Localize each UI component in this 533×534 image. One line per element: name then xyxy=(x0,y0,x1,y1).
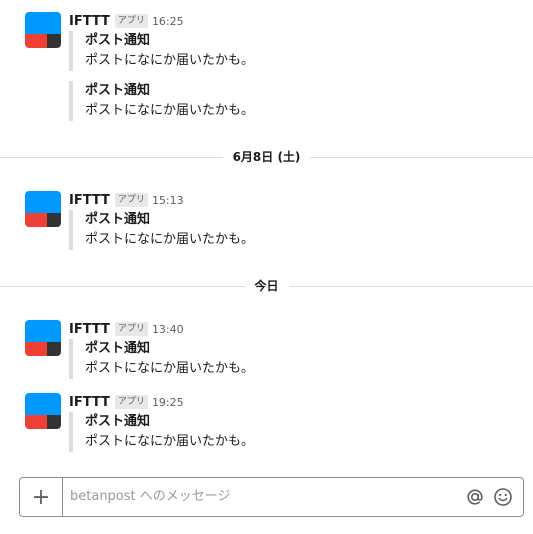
attachment: ポスト通知 ポストになにか届いたかも。 xyxy=(69,412,525,452)
at-icon[interactable] xyxy=(465,487,485,507)
attachment-title: ポスト通知 xyxy=(85,414,151,429)
date-divider: 6月8日 (土) xyxy=(0,148,533,166)
sender-name[interactable]: IFTTT xyxy=(69,395,110,410)
attachment-text: ポストになにか届いたかも。 xyxy=(85,103,255,118)
date-divider: 今日 xyxy=(0,277,533,295)
timestamp[interactable]: 19:25 xyxy=(152,396,184,409)
plus-icon[interactable]: + xyxy=(20,478,63,516)
date-divider-label[interactable]: 今日 xyxy=(244,277,289,295)
timestamp[interactable]: 15:13 xyxy=(152,194,184,207)
attachment-text: ポストになにか届いたかも。 xyxy=(85,434,255,449)
attachment: ポスト通知 ポストになにか届いたかも。 xyxy=(69,210,525,250)
timestamp[interactable]: 16:25 xyxy=(152,15,184,28)
sender-name[interactable]: IFTTT xyxy=(69,193,110,208)
message-composer[interactable]: + betanpost へのメッセージ xyxy=(19,477,524,517)
app-badge: アプリ xyxy=(114,395,148,409)
app-badge: アプリ xyxy=(114,14,148,28)
timestamp[interactable]: 13:40 xyxy=(152,323,184,336)
app-badge: アプリ xyxy=(114,322,148,336)
avatar[interactable] xyxy=(25,191,61,227)
attachment-text: ポストになにか届いたかも。 xyxy=(85,53,255,68)
attachment-title: ポスト通知 xyxy=(85,33,151,48)
attachment-title: ポスト通知 xyxy=(85,341,151,356)
sender-name[interactable]: IFTTT xyxy=(69,322,110,337)
attachment-title: ポスト通知 xyxy=(85,212,151,227)
message-input[interactable]: betanpost へのメッセージ xyxy=(70,478,231,516)
app-badge: アプリ xyxy=(114,193,148,207)
avatar[interactable] xyxy=(25,393,61,429)
attachment-text: ポストになにか届いたかも。 xyxy=(85,361,255,376)
attachment: ポスト通知 ポストになにか届いたかも。 xyxy=(69,339,525,379)
attachment: ポスト通知 ポストになにか届いたかも。 xyxy=(69,81,525,121)
date-divider-label[interactable]: 6月8日 (土) xyxy=(222,148,311,166)
avatar[interactable] xyxy=(25,320,61,356)
attachment-title: ポスト通知 xyxy=(85,83,151,98)
attachment: ポスト通知 ポストになにか届いたかも。 xyxy=(69,31,525,71)
emoji-icon[interactable] xyxy=(493,487,513,507)
sender-name[interactable]: IFTTT xyxy=(69,14,110,29)
attachment-text: ポストになにか届いたかも。 xyxy=(85,232,255,247)
avatar[interactable] xyxy=(25,12,61,48)
